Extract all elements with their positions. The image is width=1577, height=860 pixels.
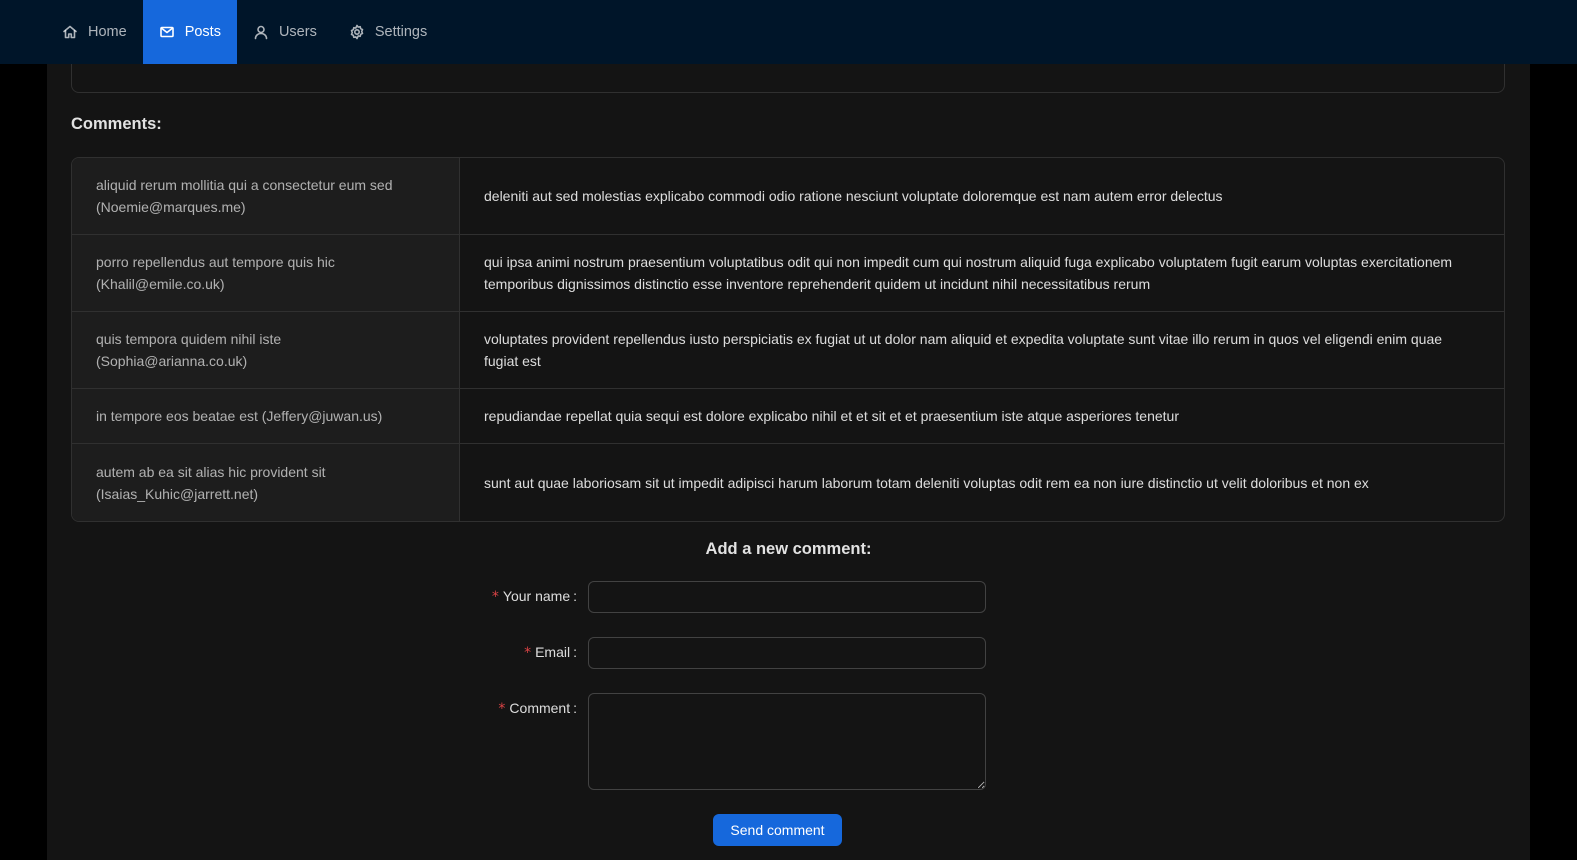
table-row: aliquid rerum mollitia qui a consectetur… [72, 158, 1504, 235]
main-content: Comments: aliquid rerum mollitia qui a c… [47, 44, 1530, 860]
user-icon [254, 25, 268, 40]
comment-body: deleniti aut sed molestias explicabo com… [484, 188, 1223, 204]
required-mark: * [491, 589, 499, 605]
nav-item-posts[interactable]: Posts [142, 0, 237, 64]
top-navigation: Home Posts Users Settings [0, 0, 1577, 64]
comment-author: autem ab ea sit alias hic provident sit … [72, 444, 460, 521]
table-row: quis tempora quidem nihil iste (Sophia@a… [72, 312, 1504, 389]
nav-item-settings[interactable]: Settings [333, 0, 443, 64]
email-input[interactable] [588, 637, 986, 669]
nav-item-label: Users [278, 24, 317, 40]
name-label: * Your name: [492, 588, 577, 605]
comment-body: sunt aut quae laboriosam sit ut impedit … [484, 474, 1369, 491]
form-row-name: * Your name: [47, 581, 1530, 613]
name-label-text: Your name [502, 588, 571, 604]
label-colon: : [573, 644, 577, 660]
comment-label: * Comment: [498, 700, 577, 717]
gear-icon [350, 24, 364, 40]
email-label-text: Email [535, 644, 571, 660]
nav-item-users[interactable]: Users [237, 0, 333, 64]
nav-item-label: Home [88, 24, 127, 40]
comment-textarea[interactable] [588, 693, 986, 790]
comment-body: repudiandae repellat quia sequi est dolo… [484, 408, 1179, 424]
comment-label-text: Comment [509, 700, 571, 716]
comment-author: porro repellendus aut tempore quis hic (… [72, 235, 460, 311]
nav-item-label: Posts [184, 24, 221, 40]
form-row-comment: * Comment: [47, 693, 1530, 790]
table-row: autem ab ea sit alias hic provident sit … [72, 444, 1504, 521]
required-mark: * [524, 645, 532, 661]
comments-table: aliquid rerum mollitia qui a consectetur… [71, 157, 1505, 522]
mail-icon [159, 26, 174, 38]
comment-body: voluptates provident repellendus iusto p… [484, 331, 1443, 369]
email-label: * Email: [524, 644, 577, 661]
send-comment-button[interactable]: Send comment [713, 814, 842, 846]
comment-author: quis tempora quidem nihil iste (Sophia@a… [72, 312, 460, 388]
label-colon: : [573, 588, 577, 604]
table-row: in tempore eos beatae est (Jeffery@juwan… [72, 389, 1504, 444]
comment-author: aliquid rerum mollitia qui a consectetur… [72, 158, 460, 234]
label-colon: : [573, 700, 577, 716]
table-row: porro repellendus aut tempore quis hic (… [72, 235, 1504, 312]
form-row-email: * Email: [47, 637, 1530, 669]
new-comment-heading: Add a new comment: [705, 540, 872, 558]
nav-item-home[interactable]: Home [46, 0, 143, 64]
home-icon [63, 25, 77, 39]
comment-author: in tempore eos beatae est (Jeffery@juwan… [72, 389, 460, 443]
comments-heading: Comments: [71, 115, 162, 133]
name-input[interactable] [588, 581, 986, 613]
nav-item-label: Settings [374, 24, 428, 40]
comment-body: qui ipsa animi nostrum praesentium volup… [484, 254, 1453, 292]
required-mark: * [498, 701, 506, 717]
